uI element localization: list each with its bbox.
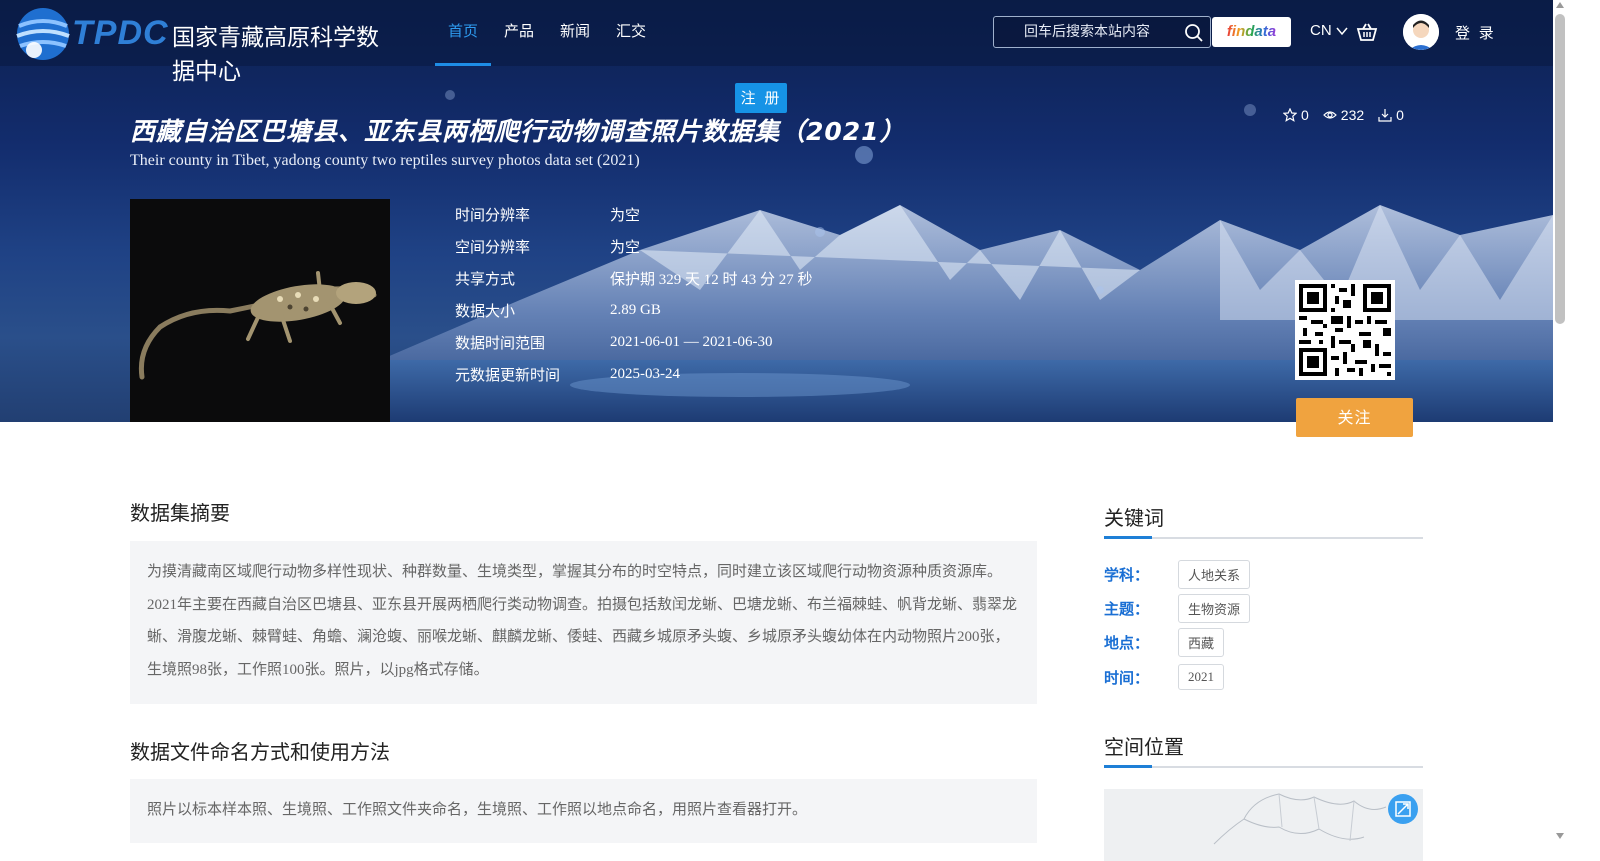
search-box xyxy=(993,16,1211,48)
nav-item-products[interactable]: 产品 xyxy=(491,0,547,66)
location-map[interactable] xyxy=(1104,789,1423,861)
cart-icon[interactable] xyxy=(1356,21,1378,43)
qr-code xyxy=(1295,280,1395,380)
keyword-label: 学科： xyxy=(1104,566,1150,584)
keyword-row-discipline: 学科： 人地关系 xyxy=(1104,560,1251,589)
view-count: 232 xyxy=(1322,107,1365,123)
keyword-row-place: 地点： 西藏 xyxy=(1104,628,1225,657)
keyword-label: 地点： xyxy=(1104,634,1150,652)
dataset-stats: 0 232 0 xyxy=(1283,107,1404,123)
site-logo[interactable]: TPDC 国家青藏高原科学数据中心 xyxy=(14,4,394,85)
expand-icon xyxy=(1395,801,1411,817)
hero-banner: TPDC 国家青藏高原科学数据中心 首页 产品 新闻 汇交 findata xyxy=(0,0,1553,422)
spatial-location-title: 空间位置 xyxy=(1104,731,1423,768)
star-icon xyxy=(1283,108,1297,122)
page: TPDC 国家青藏高原科学数据中心 首页 产品 新闻 汇交 findata xyxy=(0,0,1600,861)
fullscreen-map-button[interactable] xyxy=(1388,794,1418,824)
meta-value: 为空 xyxy=(610,239,641,256)
meta-label: 元数据更新时间 xyxy=(455,365,561,384)
star-count[interactable]: 0 xyxy=(1283,107,1309,123)
dataset-english-title: Their county in Tibet, yadong county two… xyxy=(130,152,640,169)
register-button[interactable]: 注 册 xyxy=(735,83,787,113)
meta-value: 2021-06-01 — 2021-06-30 xyxy=(610,333,773,350)
meta-row-spatial-resolution: 空间分辨率 为空 xyxy=(455,230,813,262)
search-icon[interactable] xyxy=(1184,23,1204,43)
keyword-tag[interactable]: 人地关系 xyxy=(1178,560,1251,589)
meta-label: 数据大小 xyxy=(455,301,516,320)
meta-row-metadata-updated: 元数据更新时间 2025-03-24 xyxy=(455,358,813,390)
abstract-title: 数据集摘要 xyxy=(130,501,230,525)
keywords-title: 关键词 xyxy=(1104,502,1423,539)
meta-value: 保护期 329 天 12 时 43 分 27 秒 xyxy=(610,271,813,288)
meta-label: 时间分辨率 xyxy=(455,205,531,224)
nav-item-submit[interactable]: 汇交 xyxy=(603,0,659,66)
findata-button[interactable]: findata xyxy=(1212,17,1291,47)
meta-row-data-size: 数据大小 2.89 GB xyxy=(455,294,813,326)
abstract-text: 为摸清藏南区域爬行动物多样性现状、种群数量、生境类型，掌握其分布的时空特点，同时… xyxy=(147,564,1018,678)
keyword-tag[interactable]: 生物资源 xyxy=(1178,594,1251,623)
file-naming-title: 数据文件命名方式和使用方法 xyxy=(130,740,390,764)
meta-label: 共享方式 xyxy=(455,269,516,288)
dataset-thumbnail[interactable] xyxy=(130,199,390,422)
file-naming-box: 照片以标本样本照、生境照、工作照文件夹命名，生境照、工作照以地点命名，用照片查看… xyxy=(130,779,1037,843)
top-navigation-bar: TPDC 国家青藏高原科学数据中心 首页 产品 新闻 汇交 findata xyxy=(0,0,1553,85)
meta-value: 2.89 GB xyxy=(610,301,661,318)
meta-row-time-resolution: 时间分辨率 为空 xyxy=(455,198,813,230)
download-icon xyxy=(1378,109,1392,122)
globe-logo-icon xyxy=(16,8,70,60)
user-avatar-icon xyxy=(1403,14,1439,50)
nav-item-news[interactable]: 新闻 xyxy=(547,0,603,66)
spatial-location-title-text: 空间位置 xyxy=(1104,735,1184,759)
download-count-value: 0 xyxy=(1396,107,1404,123)
map-outline xyxy=(1104,789,1423,861)
dataset-metadata: 时间分辨率 为空 空间分辨率 为空 共享方式 保护期 329 天 12 时 43… xyxy=(455,198,813,390)
star-count-value: 0 xyxy=(1301,107,1309,123)
keyword-row-time: 时间： 2021 xyxy=(1104,664,1224,690)
keyword-tag[interactable]: 西藏 xyxy=(1178,628,1225,657)
language-switch[interactable]: CN xyxy=(1310,22,1348,39)
scroll-down-arrow-icon[interactable] xyxy=(1556,833,1564,839)
search-input[interactable] xyxy=(994,17,1179,47)
abstract-box: 为摸清藏南区域爬行动物多样性现状、种群数量、生境类型，掌握其分布的时空特点，同时… xyxy=(130,541,1037,704)
dataset-title: 西藏自治区巴塘县、亚东县两栖爬行动物调查照片数据集（2021） xyxy=(130,117,906,146)
nav-item-home[interactable]: 首页 xyxy=(435,0,492,66)
avatar[interactable] xyxy=(1403,14,1439,50)
follow-button[interactable]: 关注 xyxy=(1296,398,1413,437)
meta-row-time-range: 数据时间范围 2021-06-01 — 2021-06-30 xyxy=(455,326,813,358)
logo-chinese-name: 国家青藏高原科学数据中心 xyxy=(172,25,379,85)
main-nav: 首页 产品 新闻 汇交 xyxy=(435,0,659,66)
scroll-up-arrow-icon[interactable] xyxy=(1556,2,1564,8)
login-link[interactable]: 登 录 xyxy=(1455,22,1496,43)
download-count: 0 xyxy=(1378,107,1404,123)
eye-icon xyxy=(1322,111,1337,119)
meta-label: 空间分辨率 xyxy=(455,237,531,256)
keyword-row-theme: 主题： 生物资源 xyxy=(1104,594,1251,623)
file-naming-text: 照片以标本样本照、生境照、工作照文件夹命名，生境照、工作照以地点命名，用照片查看… xyxy=(147,802,808,818)
meta-value: 2025-03-24 xyxy=(610,365,680,382)
logo-text: TPDC xyxy=(72,14,169,52)
keyword-tag[interactable]: 2021 xyxy=(1178,664,1224,690)
meta-value: 为空 xyxy=(610,207,641,224)
view-count-value: 232 xyxy=(1340,107,1365,123)
chevron-down-icon xyxy=(1336,27,1348,36)
keyword-label: 时间： xyxy=(1104,668,1150,687)
meta-row-sharing-mode: 共享方式 保护期 329 天 12 时 43 分 27 秒 xyxy=(455,262,813,294)
lizard-photo xyxy=(130,199,390,422)
scroll-thumb[interactable] xyxy=(1555,14,1565,324)
findata-label: findata xyxy=(1226,23,1277,40)
keyword-label: 主题： xyxy=(1104,600,1150,618)
keywords-title-text: 关键词 xyxy=(1104,506,1164,530)
page-scrollbar[interactable] xyxy=(1553,0,1568,861)
meta-label: 数据时间范围 xyxy=(455,333,546,352)
language-label: CN xyxy=(1310,22,1332,39)
